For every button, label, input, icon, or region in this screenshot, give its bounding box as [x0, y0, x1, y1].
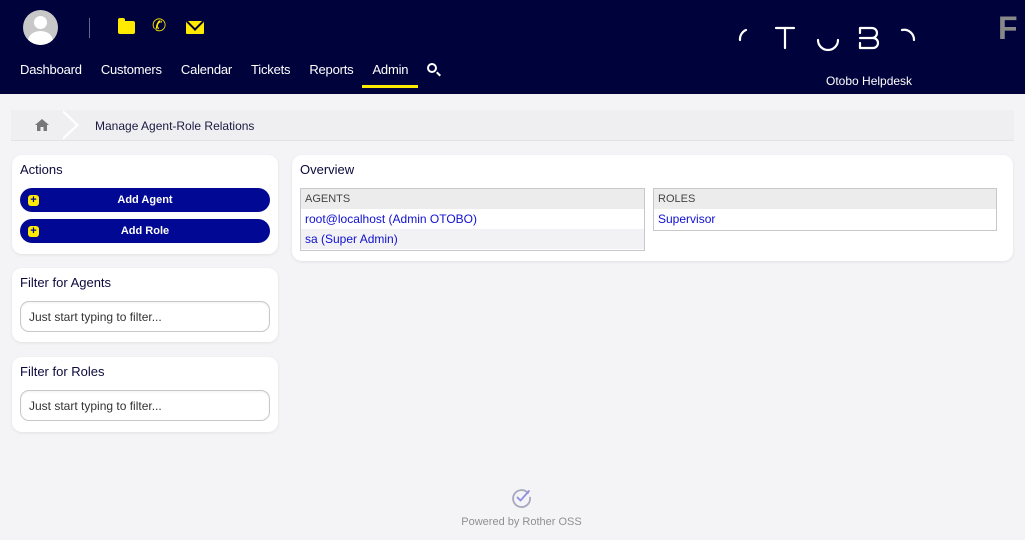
agents-table: AGENTS root@localhost (Admin OTOBO) sa (… [300, 188, 645, 251]
filter-agents-input[interactable] [20, 301, 270, 332]
header-divider [89, 18, 90, 38]
filter-roles-title: Filter for Roles [20, 364, 105, 379]
plus-icon: + [28, 195, 39, 206]
search-icon[interactable] [426, 62, 442, 78]
phone-icon[interactable]: ✆ [152, 16, 166, 36]
filter-agents-card: Filter for Agents [12, 268, 278, 342]
nav-admin[interactable]: Admin [362, 62, 419, 88]
nav-dashboard[interactable]: Dashboard [20, 62, 82, 88]
add-role-button[interactable]: + Add Role [20, 219, 270, 243]
avatar-head [34, 16, 47, 29]
add-agent-label: Add Agent [117, 194, 173, 206]
breadcrumb-separator-inner [60, 110, 76, 140]
nav-customers[interactable]: Customers [101, 62, 162, 88]
agent-row[interactable]: sa (Super Admin) [301, 229, 644, 249]
breadcrumb: Manage Agent-Role Relations [11, 110, 1014, 141]
overview-title: Overview [300, 162, 355, 177]
avatar-body [28, 31, 53, 45]
nav-reports[interactable]: Reports [309, 62, 353, 88]
nav-tickets[interactable]: Tickets [251, 62, 290, 88]
footer-powered-by: Powered by Rother OSS [461, 516, 582, 528]
role-row[interactable]: Supervisor [654, 209, 996, 229]
filter-roles-card: Filter for Roles [12, 357, 278, 432]
roles-table: ROLES Supervisor [653, 188, 997, 231]
actions-title: Actions [20, 162, 63, 177]
folder-icon[interactable] [118, 18, 135, 34]
roles-header: ROLES [654, 189, 996, 209]
add-agent-button[interactable]: + Add Agent [20, 188, 270, 212]
main-nav: Dashboard Customers Calendar Tickets Rep… [20, 62, 427, 88]
avatar[interactable] [23, 10, 58, 45]
top-header: ✆ Dashboard Customers Calendar Tickets R… [0, 0, 1025, 94]
actions-card: Actions + Add Agent + Add Role [12, 155, 278, 254]
agents-header: AGENTS [301, 189, 644, 209]
check-circle-icon [512, 489, 531, 508]
overview-card: Overview AGENTS root@localhost (Admin OT… [292, 155, 1013, 261]
helpdesk-name: Otobo Helpdesk [826, 74, 913, 88]
home-icon [35, 119, 49, 131]
agent-row[interactable]: root@localhost (Admin OTOBO) [301, 209, 644, 229]
mail-icon[interactable] [186, 21, 204, 34]
breadcrumb-current: Manage Agent-Role Relations [95, 119, 255, 133]
filter-roles-input[interactable] [20, 390, 270, 421]
add-role-label: Add Role [120, 225, 170, 237]
corner-letter: F [998, 10, 1018, 46]
plus-icon: + [28, 226, 39, 237]
filter-agents-title: Filter for Agents [20, 275, 112, 290]
nav-calendar[interactable]: Calendar [181, 62, 232, 88]
otobo-logo [738, 26, 916, 52]
